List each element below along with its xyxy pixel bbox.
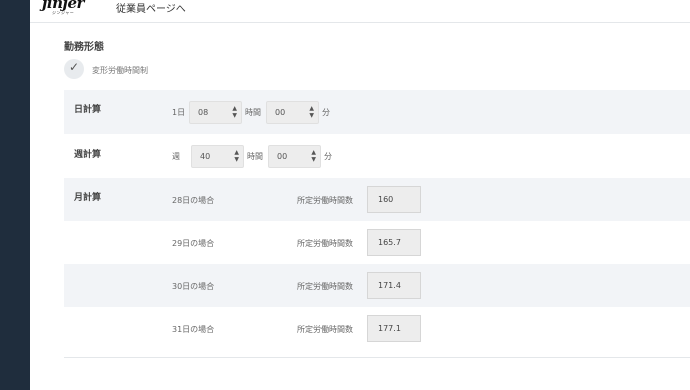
weekly-row: 週計算 週 40 ▲ ▼ 時間 00 ▲ ▼ 分 xyxy=(64,134,690,178)
monthly-row-29: 29日の場合 所定労働時間数 165.7 xyxy=(64,221,690,264)
scheduled-hours-label: 所定労働時間数 xyxy=(297,325,353,334)
weekly-minutes-unit: 分 xyxy=(324,152,332,161)
variable-hours-label: 変形労働時間制 xyxy=(92,66,148,75)
monthly-row-31: 31日の場合 所定労働時間数 177.1 xyxy=(64,307,690,350)
weekly-label: 週計算 xyxy=(74,150,102,160)
weekly-prefix: 週 xyxy=(172,152,180,161)
employee-page-link[interactable]: 従業員ページへ xyxy=(116,0,186,15)
daily-minutes-value: 00 xyxy=(275,108,286,117)
daily-prefix: 1日 xyxy=(172,108,186,117)
stepper-arrows-icon: ▲ ▼ xyxy=(309,105,314,119)
scheduled-hours-field[interactable]: 177.1 xyxy=(367,315,421,342)
monthly-row-28: 月計算 28日の場合 所定労働時間数 160 xyxy=(64,178,690,221)
month-case-label: 30日の場合 xyxy=(172,282,215,291)
divider xyxy=(64,357,690,358)
scheduled-hours-label: 所定労働時間数 xyxy=(297,196,353,205)
weekly-minutes-select[interactable]: 00 ▲ ▼ xyxy=(268,145,321,168)
daily-hours-value: 08 xyxy=(198,108,209,117)
weekly-hours-select[interactable]: 40 ▲ ▼ xyxy=(191,145,244,168)
daily-minutes-unit: 分 xyxy=(322,108,330,117)
main-content: 勤務形態 ✓ 変形労働時間制 日計算 1日 08 ▲ ▼ 時間 00 ▲ ▼ 分 週… xyxy=(30,24,690,390)
stepper-arrows-icon: ▲ ▼ xyxy=(311,149,316,163)
daily-label: 日計算 xyxy=(74,105,102,115)
stepper-arrows-icon: ▲ ▼ xyxy=(234,149,239,163)
scheduled-hours-value: 177.1 xyxy=(378,324,401,333)
scheduled-hours-value: 165.7 xyxy=(378,238,401,247)
logo-subtitle: ジンジャー xyxy=(52,10,75,15)
stepper-arrows-icon: ▲ ▼ xyxy=(232,105,237,119)
weekly-hours-value: 40 xyxy=(200,152,211,161)
section-title: 勤務形態 xyxy=(64,42,104,53)
monthly-label: 月計算 xyxy=(74,193,102,203)
daily-hours-select[interactable]: 08 ▲ ▼ xyxy=(189,101,242,124)
check-icon: ✓ xyxy=(69,60,80,74)
monthly-row-30: 30日の場合 所定労働時間数 171.4 xyxy=(64,264,690,307)
header: jinjer ジンジャー 従業員ページへ xyxy=(30,0,690,23)
scheduled-hours-label: 所定労働時間数 xyxy=(297,282,353,291)
month-case-label: 31日の場合 xyxy=(172,325,215,334)
scheduled-hours-value: 160 xyxy=(378,195,394,204)
weekly-hours-unit: 時間 xyxy=(247,152,263,161)
daily-minutes-select[interactable]: 00 ▲ ▼ xyxy=(266,101,319,124)
weekly-minutes-value: 00 xyxy=(277,152,288,161)
variable-hours-checkbox[interactable]: ✓ xyxy=(64,59,84,79)
scheduled-hours-field[interactable]: 171.4 xyxy=(367,272,421,299)
daily-hours-unit: 時間 xyxy=(245,108,261,117)
scheduled-hours-label: 所定労働時間数 xyxy=(297,239,353,248)
scheduled-hours-field[interactable]: 160 xyxy=(367,186,421,213)
daily-row: 日計算 1日 08 ▲ ▼ 時間 00 ▲ ▼ 分 xyxy=(64,90,690,134)
month-case-label: 28日の場合 xyxy=(172,196,215,205)
scheduled-hours-value: 171.4 xyxy=(378,281,401,290)
sidebar xyxy=(0,0,30,390)
scheduled-hours-field[interactable]: 165.7 xyxy=(367,229,421,256)
month-case-label: 29日の場合 xyxy=(172,239,215,248)
